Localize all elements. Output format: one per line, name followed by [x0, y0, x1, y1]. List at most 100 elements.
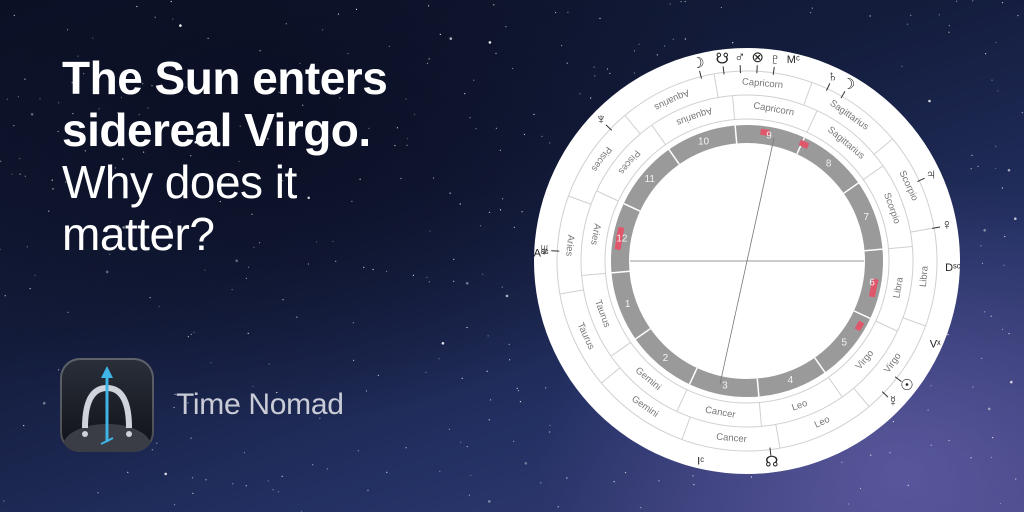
- star: [34, 274, 36, 276]
- star: [984, 311, 986, 313]
- astrology-chart-wheel[interactable]: CapricornSagittariusScorpioLibraVirgoLeo…: [534, 48, 960, 474]
- star: [3, 500, 5, 502]
- venus-icon[interactable]: ♀: [941, 217, 952, 234]
- star: [810, 12, 812, 14]
- star: [272, 489, 274, 491]
- house-number: 9: [766, 131, 772, 142]
- star: [173, 504, 176, 506]
- star: [669, 3, 671, 5]
- star: [252, 385, 254, 387]
- star: [1007, 168, 1011, 172]
- star: [995, 145, 997, 147]
- star: [97, 492, 99, 494]
- star: [192, 492, 194, 494]
- star: [672, 38, 674, 40]
- star: [487, 335, 489, 337]
- neptune-icon[interactable]: ♆: [595, 111, 606, 128]
- star: [490, 399, 492, 401]
- star: [466, 446, 468, 448]
- star: [684, 0, 686, 3]
- mercury-icon[interactable]: ☿: [887, 393, 898, 410]
- star: [19, 173, 21, 175]
- star: [990, 315, 992, 317]
- saturn-icon[interactable]: ♄: [827, 68, 838, 85]
- star: [187, 336, 189, 338]
- pluto-icon[interactable]: ♇: [770, 51, 781, 68]
- star: [1001, 187, 1004, 189]
- star: [353, 359, 355, 361]
- star: [468, 494, 470, 496]
- app-name: Time Nomad: [176, 388, 344, 421]
- star: [0, 160, 2, 162]
- star: [6, 98, 8, 100]
- star: [438, 358, 440, 360]
- star: [555, 11, 557, 14]
- star: [386, 471, 388, 473]
- star: [910, 14, 912, 16]
- moon-icon[interactable]: ☽: [691, 55, 704, 72]
- angle-label-mc[interactable]: Mᶜ: [787, 54, 800, 66]
- star: [372, 268, 374, 271]
- star: [684, 38, 687, 40]
- descending-node-icon[interactable]: ☋: [716, 50, 729, 67]
- star: [243, 452, 245, 454]
- angle-label-dsc[interactable]: Dˢᶜ: [945, 262, 960, 274]
- degree-highlight: [854, 320, 865, 332]
- star: [508, 343, 510, 345]
- star: [19, 158, 21, 160]
- star: [453, 280, 455, 282]
- star: [377, 374, 379, 376]
- star: [513, 440, 515, 442]
- star: [561, 44, 563, 47]
- star: [1002, 328, 1004, 330]
- degree-highlight: [798, 139, 810, 149]
- star: [337, 13, 340, 15]
- star: [972, 0, 974, 2]
- moon-secondary-icon[interactable]: ☽: [842, 76, 855, 93]
- angle-label-asc[interactable]: Aˢᶜ: [534, 248, 549, 260]
- house-number: 1: [625, 299, 631, 310]
- star: [567, 11, 569, 13]
- star: [938, 14, 940, 16]
- star: [517, 390, 520, 392]
- star: [13, 14, 15, 16]
- star: [439, 470, 441, 472]
- mars-icon[interactable]: ♂: [734, 49, 745, 66]
- star: [58, 102, 60, 104]
- star: [995, 41, 997, 44]
- angle-label-vertex[interactable]: Vˣ: [930, 339, 941, 351]
- star: [247, 332, 249, 334]
- star: [720, 6, 723, 9]
- app-icon[interactable]: [60, 358, 154, 452]
- star: [48, 210, 50, 212]
- astro-arrow-icon: [63, 366, 151, 452]
- star: [231, 289, 233, 291]
- star: [67, 29, 69, 31]
- star: [505, 26, 507, 28]
- jupiter-icon[interactable]: ♃: [925, 166, 936, 183]
- star: [1010, 380, 1013, 384]
- sun-icon[interactable]: ☉: [900, 377, 913, 394]
- star: [465, 282, 469, 285]
- star: [232, 483, 234, 485]
- star: [207, 37, 209, 40]
- angle-label-ic[interactable]: Iᶜ: [697, 456, 704, 468]
- house-number: 8: [826, 158, 832, 169]
- star: [1015, 478, 1017, 480]
- star: [352, 322, 354, 324]
- star: [513, 226, 515, 228]
- star: [24, 78, 26, 80]
- star: [1004, 235, 1006, 238]
- star: [105, 270, 109, 274]
- part-of-fortune-icon[interactable]: ⊗: [751, 49, 764, 66]
- star: [540, 482, 542, 484]
- star: [322, 29, 324, 31]
- star: [127, 471, 129, 473]
- star: [428, 281, 430, 283]
- ascending-node-icon[interactable]: ☊: [765, 453, 778, 470]
- house-number: 10: [698, 136, 710, 147]
- star: [1003, 264, 1005, 266]
- star: [557, 506, 559, 508]
- star: [664, 45, 666, 47]
- star: [149, 297, 151, 299]
